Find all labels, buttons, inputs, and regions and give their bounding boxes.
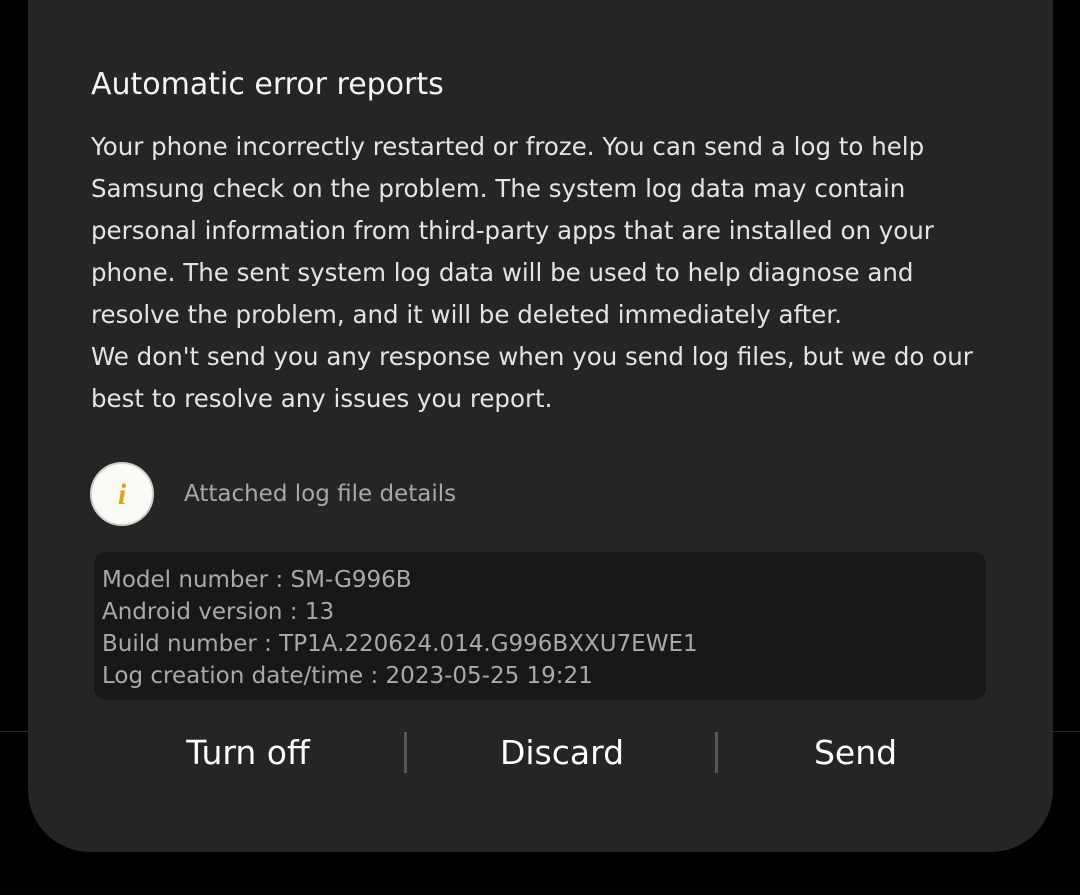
message-line: best to resolve any issues you report. [91, 384, 553, 413]
log-android-version: Android version : 13 [102, 599, 335, 625]
dialog-title: Automatic error reports [91, 67, 444, 102]
message-line: Your phone incorrectly restarted or froz… [91, 132, 925, 161]
log-details-box: Model number : SM-G996B Android version … [94, 552, 986, 700]
attached-log-details-row[interactable]: i Attached log file details [90, 460, 456, 528]
message-line: Samsung check on the problem. The system… [91, 174, 906, 203]
message-line: resolve the problem, and it will be dele… [91, 300, 842, 329]
error-report-dialog: Automatic error reports Your phone incor… [28, 0, 1053, 852]
dialog-actions: Turn off Discard Send [28, 722, 1053, 782]
discard-button[interactable]: Discard [406, 722, 718, 782]
info-icon: i [90, 462, 154, 526]
attached-log-details-label: Attached log file details [184, 481, 457, 507]
turn-off-button[interactable]: Turn off [88, 722, 408, 782]
log-build-number: Build number : TP1A.220624.014.G996BXXU7… [102, 631, 698, 657]
send-button[interactable]: Send [718, 722, 993, 782]
message-line: personal information from third-party ap… [91, 216, 934, 245]
log-model-number: Model number : SM-G996B [102, 567, 412, 593]
log-creation-datetime: Log creation date/time : 2023-05-25 19:2… [102, 663, 593, 689]
svg-text:i: i [118, 478, 127, 511]
message-line: We don't send you any response when you … [91, 342, 973, 371]
dialog-message: Your phone incorrectly restarted or froz… [91, 126, 1011, 420]
message-line: phone. The sent system log data will be … [91, 258, 914, 287]
